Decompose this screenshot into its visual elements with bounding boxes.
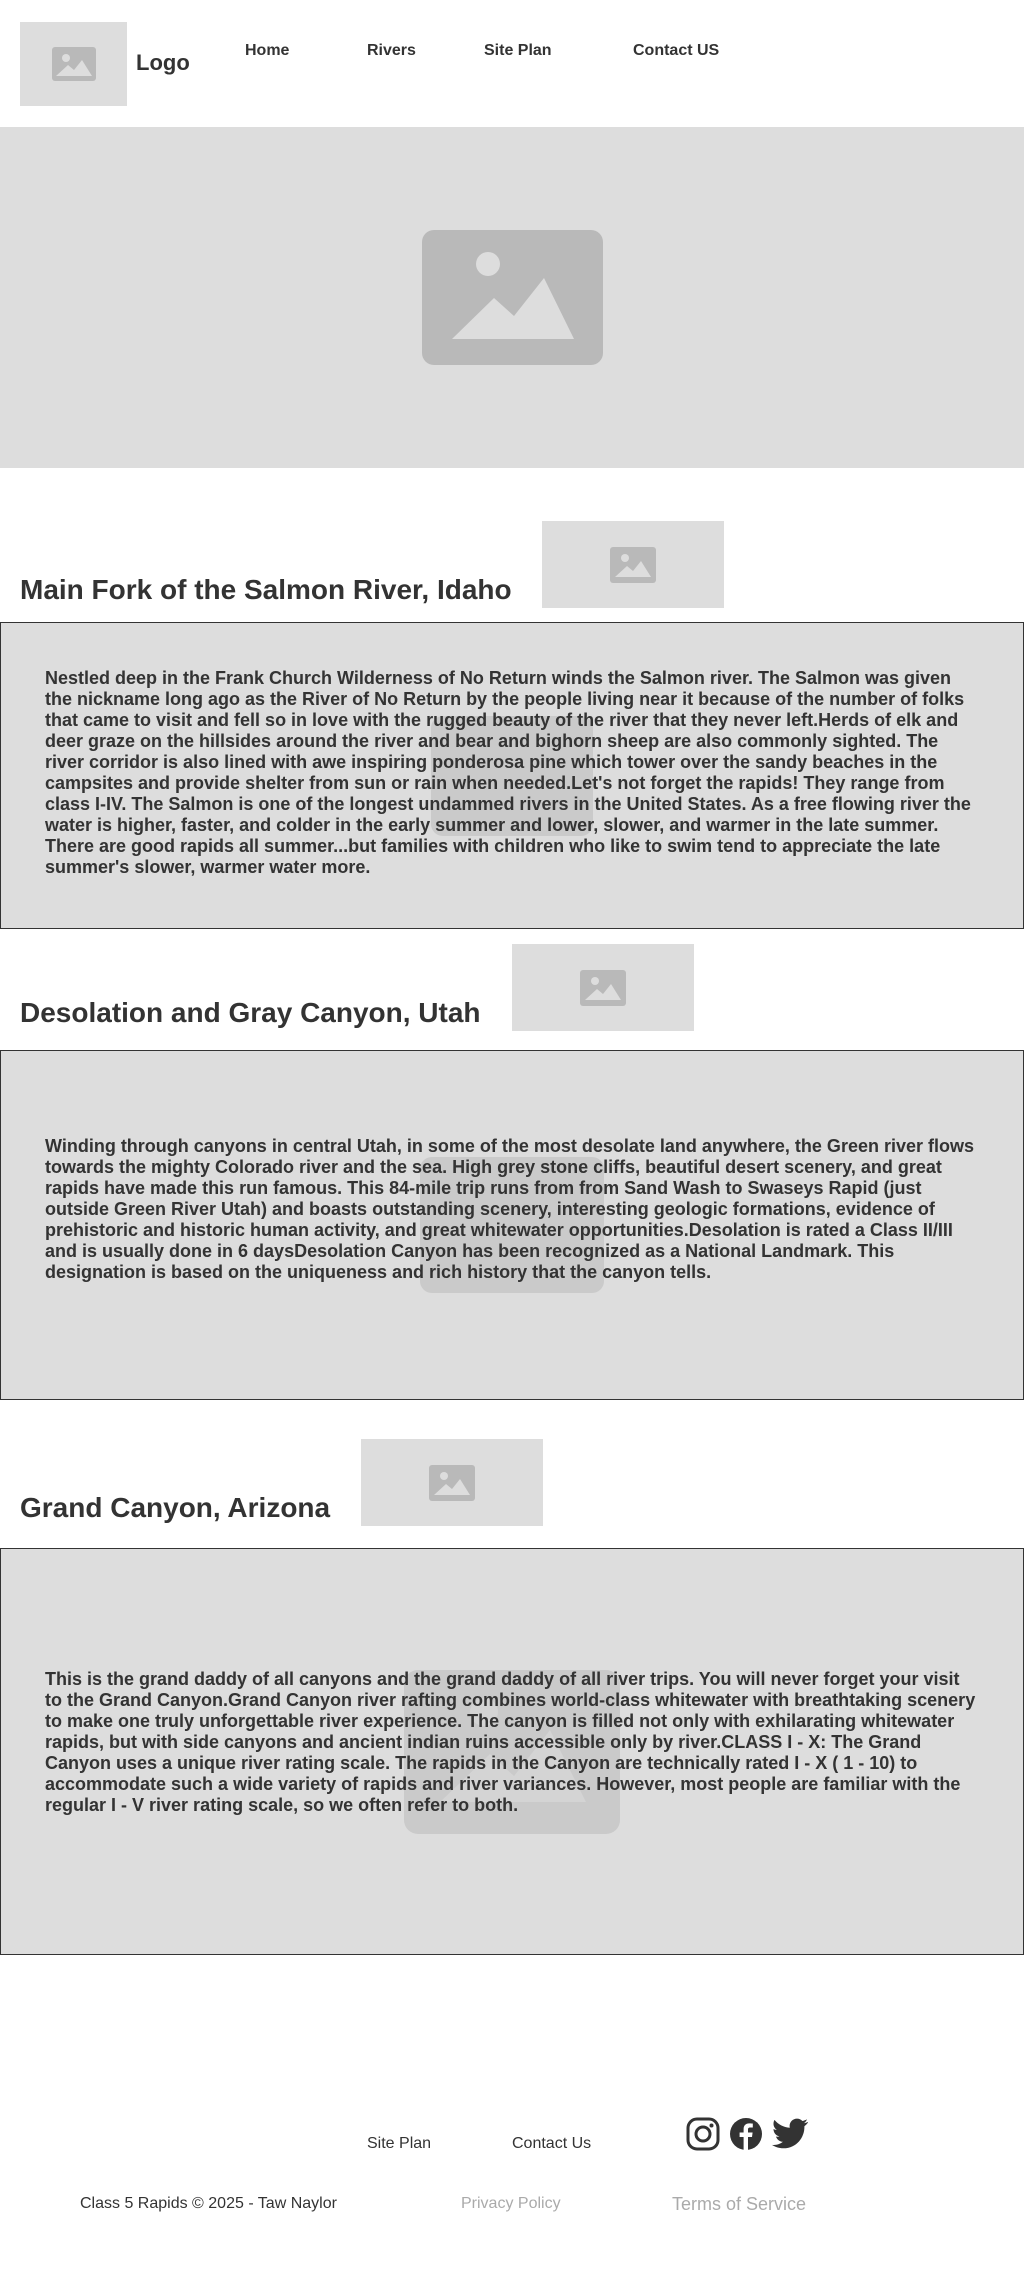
image-placeholder-icon [429,1464,475,1501]
nav-rivers[interactable]: Rivers [367,42,416,60]
section-thumbnail [361,1439,543,1526]
section-thumbnail [542,521,724,608]
terms-of-service-link[interactable]: Terms of Service [672,2194,806,2215]
section-content: Nestled deep in the Frank Church Wildern… [0,622,1024,929]
section-thumbnail [512,944,694,1031]
instagram-icon[interactable] [686,2117,720,2151]
section-body: This is the grand daddy of all canyons a… [45,1669,976,1815]
image-placeholder-icon [610,546,656,583]
section-body: Nestled deep in the Frank Church Wildern… [45,668,971,877]
logo-image [20,22,127,106]
hero-image [0,127,1024,468]
image-placeholder-icon [421,230,603,365]
section-title: Main Fork of the Salmon River, Idaho [20,574,512,605]
facebook-icon[interactable] [729,2117,763,2151]
section-content: This is the grand daddy of all canyons a… [0,1548,1024,1955]
copyright-text: Class 5 Rapids © 2025 - Taw Naylor [80,2195,337,2212]
image-placeholder-icon [51,47,96,81]
section-body: Winding through canyons in central Utah,… [45,1136,974,1282]
image-placeholder-icon [580,969,626,1006]
section-content: Winding through canyons in central Utah,… [0,1050,1024,1400]
logo-text: Logo [136,50,190,75]
section-title: Desolation and Gray Canyon, Utah [20,997,481,1028]
nav-contact-us[interactable]: Contact US [633,42,719,60]
footer-link-contact-us[interactable]: Contact Us [512,2135,591,2153]
twitter-icon[interactable] [771,2118,809,2150]
nav-site-plan[interactable]: Site Plan [484,42,552,60]
section-title: Grand Canyon, Arizona [20,1492,331,1523]
nav-home[interactable]: Home [245,42,289,60]
footer-link-site-plan[interactable]: Site Plan [367,2135,431,2153]
privacy-policy-link[interactable]: Privacy Policy [461,2195,561,2213]
